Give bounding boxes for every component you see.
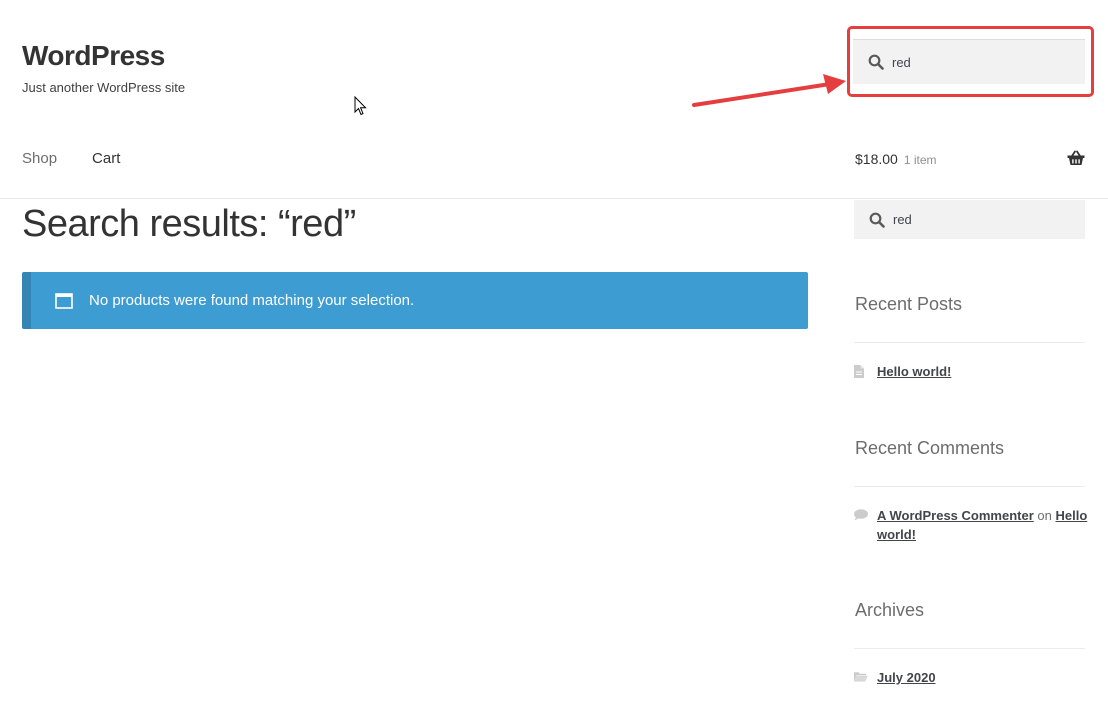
recent-post-link[interactable]: Hello world! xyxy=(877,364,951,379)
basket-icon[interactable] xyxy=(1067,150,1085,171)
nav-item-shop[interactable]: Shop xyxy=(22,150,57,167)
header-search-input[interactable] xyxy=(892,54,1062,70)
header-search-form[interactable] xyxy=(853,39,1085,84)
header-divider xyxy=(0,198,1108,199)
widget-title: Recent Posts xyxy=(855,294,963,314)
widget-divider xyxy=(854,486,1085,487)
site-description: Just another WordPress site xyxy=(22,80,186,95)
widget-divider xyxy=(854,342,1085,343)
comment-author-link[interactable]: A WordPress Commenter xyxy=(877,508,1034,523)
cart-count: 1 item xyxy=(903,153,937,167)
comment-icon xyxy=(854,509,868,544)
widget-title: Recent Comments xyxy=(855,438,1005,458)
list-item: July 2020 xyxy=(854,668,1094,687)
search-icon xyxy=(869,212,885,228)
notice-text: No products were found matching your sel… xyxy=(89,292,415,309)
mouse-cursor-icon xyxy=(354,95,367,121)
window-icon xyxy=(55,292,73,309)
document-icon xyxy=(854,365,868,381)
archive-link[interactable]: July 2020 xyxy=(877,670,936,685)
comment-on-text: on xyxy=(1037,508,1052,523)
info-notice: No products were found matching your sel… xyxy=(22,272,808,329)
sidebar-search-input[interactable] xyxy=(893,212,1063,227)
widget-title: Archives xyxy=(855,600,925,620)
sidebar-search-form[interactable] xyxy=(854,200,1085,239)
folder-icon xyxy=(854,671,868,687)
annotation-arrow xyxy=(690,70,850,115)
list-item: A WordPress Commenter on Hello world! xyxy=(854,506,1094,544)
search-icon xyxy=(868,54,884,70)
widget-divider xyxy=(854,648,1085,649)
cart-amount: $18.00 xyxy=(855,151,898,167)
list-item: Hello world! xyxy=(854,362,1094,381)
nav-item-cart[interactable]: Cart xyxy=(92,150,120,167)
site-title[interactable]: WordPress xyxy=(22,40,165,72)
primary-navigation: Shop Cart xyxy=(22,150,120,167)
mini-cart-link[interactable]: $18.00 1 item xyxy=(855,151,937,167)
page-title: Search results: “red” xyxy=(22,203,356,245)
